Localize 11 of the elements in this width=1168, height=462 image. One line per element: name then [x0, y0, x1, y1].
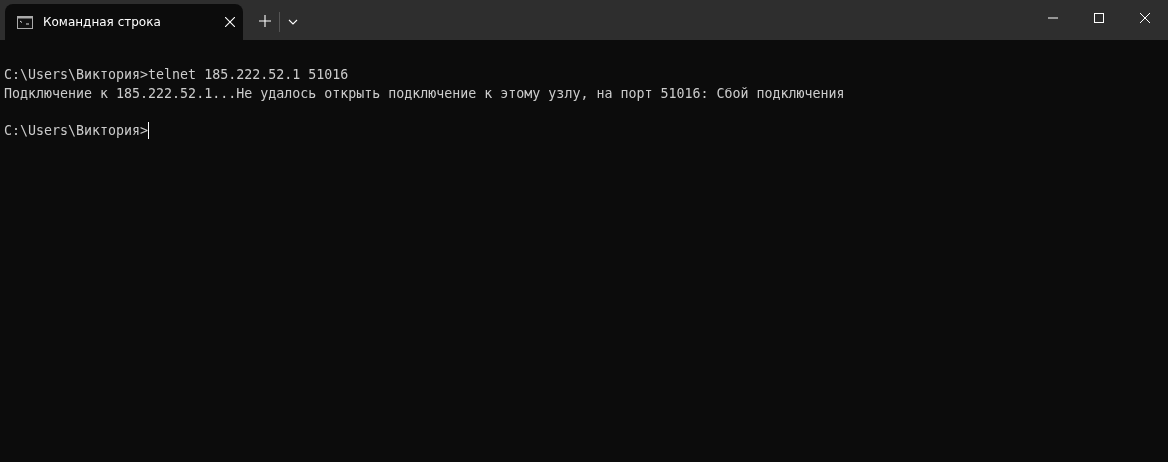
new-tab-button[interactable]: [259, 15, 271, 27]
terminal-icon: [17, 15, 33, 29]
tab-title: Командная строка: [43, 15, 162, 29]
maximize-icon: [1094, 13, 1104, 23]
console-line: Подключение к 185.222.52.1...Не удалось открыть подключение к этому узлу, на порт 51016: Сбой подключения: [4, 84, 845, 103]
close-icon: [1140, 13, 1150, 23]
close-tab-icon[interactable]: [225, 17, 235, 27]
console-line: C:\Users\Виктория>: [4, 121, 149, 140]
console-line: C:\Users\Виктория>telnet 185.222.52.1 51016: [4, 66, 349, 84]
terminal-tab[interactable]: Командная строка: [5, 4, 243, 40]
dropdown-button[interactable]: [288, 19, 298, 25]
